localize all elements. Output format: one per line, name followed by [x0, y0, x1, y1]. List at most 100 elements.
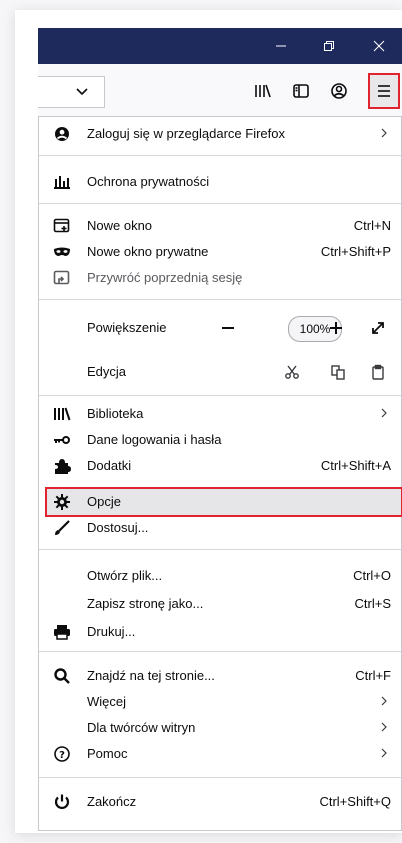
- menu-item-shortcut: Ctrl+Shift+A: [320, 458, 391, 473]
- menu-item-label: Przywróć poprzednią sesję: [87, 270, 243, 285]
- chevron-down-icon: [76, 88, 88, 96]
- restore-icon: [324, 41, 334, 51]
- library-icon: [52, 404, 72, 424]
- navigation-toolbar: [38, 64, 402, 119]
- main-menu-panel: Zaloguj się w przeglądarce Firefox Ochro…: [38, 116, 402, 831]
- hamburger-menu-icon: [378, 85, 390, 97]
- menu-separator: [39, 299, 401, 300]
- menu-item-label: Nowe okno prywatne: [87, 244, 209, 259]
- zoom-in-button[interactable]: [323, 315, 349, 341]
- menu-item-label: Więcej: [87, 694, 127, 709]
- key-icon: [52, 430, 72, 450]
- menu-item-label: Zakończ: [87, 794, 137, 809]
- minimize-icon: [276, 45, 286, 47]
- account-icon: [331, 83, 347, 99]
- menu-item-privacy[interactable]: Ochrona prywatności: [39, 169, 402, 195]
- menu-item-print[interactable]: Drukuj...: [39, 619, 402, 645]
- menu-item-logins[interactable]: Dane logowania i hasła: [39, 427, 402, 453]
- chevron-right-icon: [379, 125, 389, 141]
- private-mask-icon: [52, 242, 72, 262]
- menu-item-shortcut: Ctrl+Shift+P: [320, 244, 391, 259]
- fullscreen-button[interactable]: [365, 315, 391, 341]
- menu-item-shortcut: Ctrl+O: [353, 568, 391, 583]
- menu-item-label: Pomoc: [87, 746, 128, 761]
- menu-item-label: Opcje: [87, 494, 121, 509]
- menu-item-label: Powiększenie: [87, 320, 167, 335]
- chevron-right-icon: [379, 693, 389, 709]
- puzzle-icon: [52, 456, 72, 476]
- menu-item-label: Ochrona prywatności: [87, 174, 210, 189]
- open-menu-button[interactable]: [368, 73, 400, 109]
- minus-icon: [222, 327, 234, 329]
- menu-separator: [39, 203, 401, 204]
- library-button[interactable]: [250, 78, 276, 104]
- menu-separator: [39, 777, 401, 778]
- menu-separator: [39, 395, 401, 396]
- privacy-chart-icon: [52, 172, 72, 192]
- paste-icon: [372, 364, 384, 380]
- menu-item-label: Biblioteka: [87, 406, 144, 421]
- menu-item-save-page[interactable]: Zapisz stronę jako... Ctrl+S: [39, 591, 402, 617]
- menu-separator: [39, 651, 401, 652]
- power-icon: [52, 792, 72, 812]
- restore-button[interactable]: [306, 28, 352, 64]
- menu-item-web-developer[interactable]: Dla twórców witryn: [39, 715, 402, 741]
- printer-icon: [52, 622, 72, 642]
- account-button[interactable]: [326, 78, 352, 104]
- menu-separator: [39, 155, 401, 156]
- close-button[interactable]: [356, 28, 402, 64]
- menu-item-restore-session[interactable]: Przywróć poprzednią sesję: [39, 265, 402, 291]
- brush-icon: [52, 518, 72, 538]
- help-icon: ?: [52, 744, 72, 764]
- sidebar-button[interactable]: [288, 78, 314, 104]
- paste-button[interactable]: [365, 359, 391, 385]
- menu-item-label: Zaloguj się w przeglądarce Firefox: [87, 126, 285, 141]
- new-window-icon: [52, 216, 72, 236]
- menu-item-label: Dostosuj...: [87, 520, 149, 535]
- menu-item-help[interactable]: ? Pomoc: [39, 741, 402, 767]
- menu-separator: [39, 549, 401, 550]
- gear-icon: [52, 492, 72, 512]
- menu-item-find[interactable]: Znajdź na tej stronie... Ctrl+F: [39, 663, 402, 689]
- menu-item-sign-in[interactable]: Zaloguj się w przeglądarce Firefox: [39, 121, 402, 147]
- menu-item-label: Zapisz stronę jako...: [87, 596, 204, 611]
- menu-item-new-window[interactable]: Nowe okno Ctrl+N: [39, 213, 402, 239]
- zoom-out-button[interactable]: [215, 315, 241, 341]
- menu-item-shortcut: Ctrl+N: [353, 218, 391, 233]
- menu-item-label: Dane logowania i hasła: [87, 432, 222, 447]
- menu-item-label: Dodatki: [87, 458, 132, 473]
- sidebar-icon: [293, 84, 309, 98]
- menu-item-addons[interactable]: Dodatki Ctrl+Shift+A: [39, 453, 402, 479]
- menu-item-new-private-window[interactable]: Nowe okno prywatne Ctrl+Shift+P: [39, 239, 402, 265]
- title-bar: [38, 28, 402, 64]
- menu-item-shortcut: Ctrl+Shift+Q: [319, 794, 391, 809]
- menu-item-label: Znajdź na tej stronie...: [87, 668, 215, 683]
- menu-item-label: Dla twórców witryn: [87, 720, 196, 735]
- menu-item-customize[interactable]: Dostosuj...: [39, 515, 402, 541]
- minimize-button[interactable]: [258, 28, 304, 64]
- copy-icon: [331, 365, 345, 380]
- cut-button[interactable]: [279, 359, 305, 385]
- menu-item-quit[interactable]: Zakończ Ctrl+Shift+Q: [39, 789, 402, 815]
- chevron-right-icon: [379, 405, 389, 421]
- search-icon: [52, 666, 72, 686]
- menu-item-label: Edycja: [87, 364, 127, 379]
- menu-item-options[interactable]: Opcje: [39, 489, 402, 515]
- fullscreen-icon: [372, 322, 384, 334]
- menu-item-label: Drukuj...: [87, 624, 136, 639]
- copy-button[interactable]: [325, 359, 351, 385]
- url-bar-dropdown[interactable]: [38, 76, 105, 108]
- chevron-right-icon: [379, 719, 389, 735]
- menu-item-more[interactable]: Więcej: [39, 689, 402, 715]
- plus-icon: [330, 322, 342, 334]
- close-icon: [373, 40, 385, 52]
- menu-item-label: Nowe okno: [87, 218, 153, 233]
- menu-item-shortcut: Ctrl+S: [354, 596, 391, 611]
- svg-text:?: ?: [59, 750, 65, 761]
- user-circle-icon: [52, 124, 72, 144]
- menu-item-library[interactable]: Biblioteka: [39, 401, 402, 427]
- menu-item-open-file[interactable]: Otwórz plik... Ctrl+O: [39, 563, 402, 589]
- library-icon: [255, 84, 271, 98]
- restore-session-icon: [52, 268, 72, 288]
- menu-item-shortcut: Ctrl+F: [355, 668, 391, 683]
